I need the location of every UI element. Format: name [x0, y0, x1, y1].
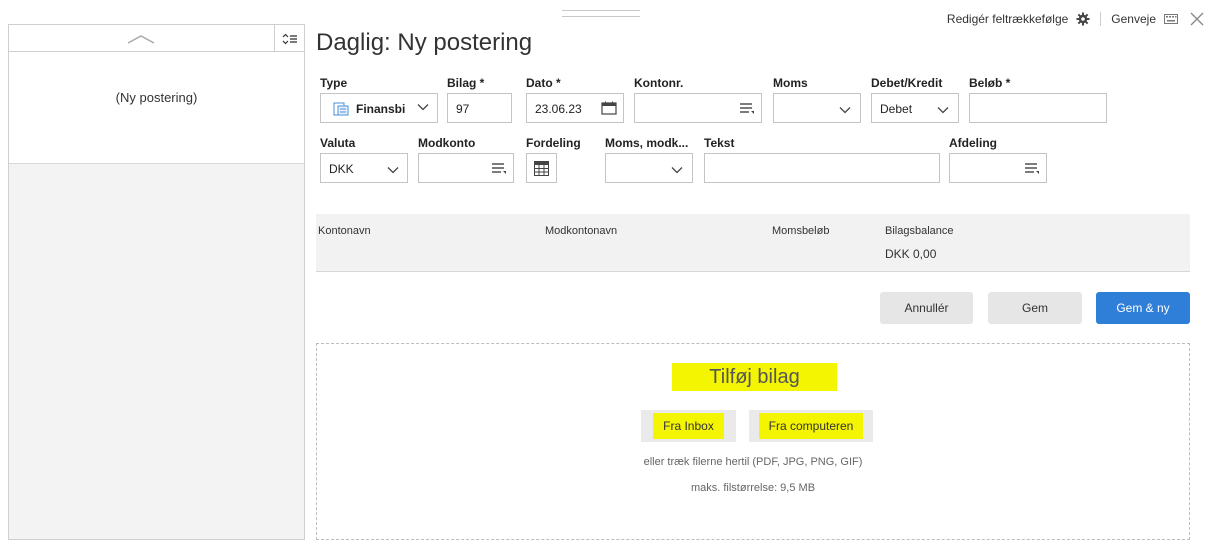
debet-kredit-select[interactable]: Debet — [871, 93, 959, 123]
list-item-label: (Ny postering) — [115, 90, 198, 105]
fordeling-label: Fordeling — [526, 136, 581, 150]
dato-label: Dato * — [526, 76, 561, 90]
contra-account-input[interactable] — [418, 153, 514, 183]
edit-field-order-link[interactable]: Redigér feltrækkefølge — [947, 12, 1068, 26]
chevron-down-icon — [839, 106, 851, 114]
type-value: Finansbi — [356, 102, 406, 116]
drag-handle[interactable] — [562, 10, 640, 17]
moms-label: Moms — [773, 76, 808, 90]
date-value: 23.06.23 — [535, 102, 582, 116]
attachment-dropzone[interactable]: Tilføj bilag Fra Inbox Fra computeren el… — [316, 343, 1190, 540]
top-links: Redigér feltrækkefølge Genveje — [947, 10, 1204, 28]
chevron-down-icon — [417, 103, 429, 111]
beloeb-label: Beløb * — [969, 76, 1011, 90]
chevron-down-icon — [671, 166, 683, 174]
type-label: Type — [320, 76, 348, 90]
modkonto-label: Modkonto — [418, 136, 476, 150]
max-size-hint: maks. filstørrelse: 9,5 MB — [690, 482, 816, 494]
list-lookup-icon — [492, 163, 506, 174]
save-and-new-button[interactable]: Gem & ny — [1096, 292, 1190, 324]
account-lookup-input[interactable] — [634, 93, 762, 123]
attach-title-highlight: Tilføj bilag — [672, 363, 837, 391]
bilagsbalance-value: DKK 0,00 — [885, 247, 937, 261]
valuta-value: DKK — [329, 162, 354, 176]
date-input[interactable]: 23.06.23 — [526, 93, 624, 123]
chevron-up-icon — [127, 34, 155, 44]
calendar-button[interactable] — [595, 94, 623, 122]
list-item[interactable]: (Ny postering) — [9, 52, 304, 164]
type-select[interactable]: Finansbi — [320, 93, 438, 123]
currency-select[interactable]: DKK — [320, 153, 408, 183]
from-computer-label: Fra computeren — [758, 413, 864, 439]
list-lookup-button[interactable] — [485, 154, 513, 182]
momsbeloeb-label: Momsbeløb — [772, 225, 830, 237]
list-lookup-icon — [1025, 163, 1039, 174]
keyboard-icon[interactable] — [1164, 14, 1178, 24]
bilag-value: 97 — [456, 102, 470, 116]
bilag-label: Bilag * — [447, 76, 485, 90]
text-input[interactable] — [704, 153, 940, 183]
cancel-button[interactable]: Annullér — [880, 292, 973, 324]
entries-list: (Ny postering) — [8, 52, 305, 540]
table-grid-icon — [534, 161, 549, 176]
attach-title: Tilføj bilag — [709, 366, 800, 388]
kontonavn-label: Kontonavn — [318, 225, 371, 237]
contra-vat-select[interactable] — [605, 153, 693, 183]
sort-icon — [282, 32, 298, 46]
afdeling-label: Afdeling — [949, 136, 997, 150]
page-title: Daglig: Ny postering — [316, 29, 533, 56]
drop-hint: eller træk filerne hertil (PDF, JPG, PNG… — [643, 456, 863, 468]
from-inbox-label: Fra Inbox — [653, 413, 724, 439]
summary-panel: Kontonavn Modkontonavn Momsbeløb Bilagsb… — [316, 214, 1190, 272]
kontonr-label: Kontonr. — [634, 76, 684, 90]
chevron-down-icon — [937, 106, 949, 114]
amount-input[interactable] — [969, 93, 1107, 123]
list-lookup-button[interactable] — [1018, 154, 1046, 182]
moms-modkonto-label: Moms, modk... — [605, 136, 689, 150]
list-lookup-button[interactable] — [733, 94, 761, 122]
modkontonavn-label: Modkontonavn — [545, 225, 618, 237]
distribution-button[interactable] — [526, 153, 557, 183]
collapse-up-button[interactable] — [8, 24, 274, 52]
from-computer-button[interactable]: Fra computeren — [749, 410, 873, 442]
department-input[interactable] — [949, 153, 1047, 183]
debet-kredit-value: Debet — [880, 102, 913, 116]
tekst-label: Tekst — [704, 136, 735, 150]
bilag-input[interactable]: 97 — [447, 93, 512, 123]
gear-icon[interactable] — [1076, 12, 1090, 26]
chevron-down-icon — [387, 166, 399, 174]
close-icon[interactable] — [1190, 12, 1204, 26]
document-type-icon — [333, 102, 349, 116]
debet-kredit-label: Debet/Kredit — [871, 76, 943, 90]
calendar-icon — [601, 101, 617, 115]
moms-select[interactable] — [773, 93, 861, 123]
from-inbox-button[interactable]: Fra Inbox — [641, 410, 736, 442]
valuta-label: Valuta — [320, 136, 356, 150]
left-pane: (Ny postering) — [8, 24, 305, 540]
bilagsbalance-label: Bilagsbalance — [885, 225, 954, 237]
divider — [1100, 12, 1102, 26]
list-lookup-icon — [740, 103, 754, 114]
sort-list-button[interactable] — [274, 24, 305, 52]
save-button[interactable]: Gem — [988, 292, 1082, 324]
shortcuts-link[interactable]: Genveje — [1111, 12, 1156, 26]
